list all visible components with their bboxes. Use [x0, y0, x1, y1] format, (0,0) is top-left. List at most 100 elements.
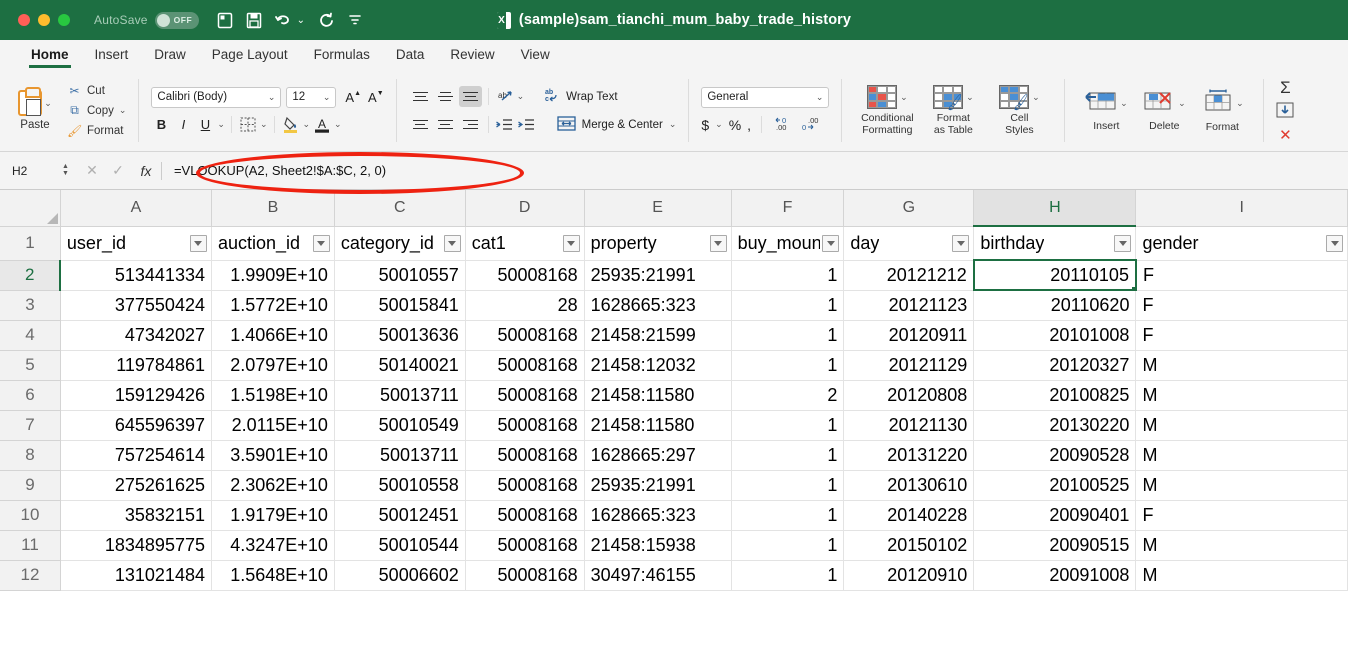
cell-F9[interactable]: 1: [730, 469, 845, 501]
tab-formulas[interactable]: Formulas: [301, 43, 383, 68]
row-header-6[interactable]: 6: [0, 379, 61, 411]
row-header-9[interactable]: 9: [0, 469, 61, 501]
cell-H12[interactable]: 20091008: [973, 559, 1137, 591]
cell-H7[interactable]: 20130220: [973, 409, 1137, 441]
cell-H5[interactable]: 20120327: [973, 349, 1137, 381]
cell-B6[interactable]: 1.5198E+10: [210, 379, 335, 411]
cell-E5[interactable]: 21458:12032: [583, 349, 732, 381]
cell-B4[interactable]: 1.4066E+10: [210, 319, 335, 351]
font-family-chevron-down-icon[interactable]: ⌄: [268, 92, 276, 103]
undo-chevron-down-icon[interactable]: ⌄: [297, 15, 305, 26]
cell-D9[interactable]: 50008168: [464, 469, 585, 501]
italic-button[interactable]: I: [173, 115, 193, 135]
fill-color-button[interactable]: [281, 115, 301, 135]
cell-D11[interactable]: 50008168: [464, 529, 585, 561]
increase-decimal-button[interactable]: .00 0: [800, 115, 822, 135]
undo-icon[interactable]: ⌄: [274, 12, 305, 29]
cell-C5[interactable]: 50140021: [333, 349, 466, 381]
insert-function-icon[interactable]: fx: [131, 163, 161, 179]
cell-A4[interactable]: 47342027: [59, 319, 212, 351]
select-all-corner[interactable]: [0, 190, 61, 227]
cell-F12[interactable]: 1: [730, 559, 845, 591]
tab-view[interactable]: View: [508, 43, 563, 68]
cell-A9[interactable]: 275261625: [59, 469, 212, 501]
row-header-1[interactable]: 1: [0, 225, 61, 261]
cell-I8[interactable]: M: [1135, 439, 1348, 471]
cell-A11[interactable]: 1834895775: [59, 529, 212, 561]
filter-dropdown-icon-c[interactable]: [443, 234, 461, 252]
paste-chevron-down-icon[interactable]: ⌄: [44, 98, 52, 109]
cell-D12[interactable]: 50008168: [464, 559, 585, 591]
cell-H2[interactable]: 20110105: [972, 259, 1137, 291]
name-box-stepper[interactable]: ▲ ▼: [62, 163, 69, 177]
cell-C11[interactable]: 50010544: [333, 529, 466, 561]
tab-home[interactable]: Home: [18, 43, 82, 68]
cell-G4[interactable]: 20120911: [843, 319, 975, 351]
font-color-chevron-down-icon[interactable]: ⌄: [334, 119, 342, 130]
align-right-button[interactable]: [459, 114, 482, 135]
filter-dropdown-icon-f[interactable]: [822, 234, 840, 252]
cell-G9[interactable]: 20130610: [843, 469, 975, 501]
filter-dropdown-icon-d[interactable]: [562, 234, 580, 252]
cell-D2[interactable]: 50008168: [464, 259, 585, 291]
delete-cells-chevron-down-icon[interactable]: ⌄: [1178, 98, 1186, 109]
cell-E7[interactable]: 21458:11580: [583, 409, 732, 441]
decrease-font-size-button[interactable]: A ▼: [368, 90, 384, 105]
underline-chevron-down-icon[interactable]: ⌄: [217, 119, 225, 130]
row-header-5[interactable]: 5: [0, 349, 61, 381]
column-header-a[interactable]: A: [59, 190, 212, 227]
cell-G12[interactable]: 20120910: [843, 559, 975, 591]
filter-dropdown-icon-h[interactable]: [1114, 234, 1132, 252]
column-header-d[interactable]: D: [464, 190, 585, 227]
cell-D5[interactable]: 50008168: [464, 349, 585, 381]
delete-cells-button[interactable]: ⌄ Delete: [1135, 90, 1193, 132]
filter-dropdown-icon-b[interactable]: [312, 234, 330, 252]
tab-draw[interactable]: Draw: [141, 43, 199, 68]
format-cells-button[interactable]: ⌄ Format: [1193, 89, 1251, 133]
fill-color-chevron-down-icon[interactable]: ⌄: [303, 119, 311, 130]
cell-H1[interactable]: birthday: [973, 225, 1137, 261]
align-left-button[interactable]: [409, 114, 432, 135]
cell-G5[interactable]: 20121129: [843, 349, 975, 381]
currency-chevron-down-icon[interactable]: ⌄: [715, 119, 723, 130]
cell-A2[interactable]: 513441334: [59, 259, 212, 291]
cell-B10[interactable]: 1.9179E+10: [210, 499, 335, 531]
insert-cells-button[interactable]: ⌄ Insert: [1077, 90, 1135, 132]
cell-E3[interactable]: 1628665:323: [583, 289, 732, 321]
cut-button[interactable]: ✂ Cut: [67, 82, 126, 99]
cell-B11[interactable]: 4.3247E+10: [210, 529, 335, 561]
cell-A12[interactable]: 131021484: [59, 559, 212, 591]
cell-G7[interactable]: 20121130: [843, 409, 975, 441]
cell-C9[interactable]: 50010558: [333, 469, 466, 501]
increase-font-size-button[interactable]: A ▲: [345, 90, 361, 105]
row-header-8[interactable]: 8: [0, 439, 61, 471]
cell-A3[interactable]: 377550424: [59, 289, 212, 321]
cell-I5[interactable]: M: [1135, 349, 1348, 381]
cell-C8[interactable]: 50013711: [333, 439, 466, 471]
comma-format-button[interactable]: ,: [747, 117, 751, 133]
format-painter-button[interactable]: 🖌 Format: [67, 122, 126, 139]
cell-C1[interactable]: category_id: [333, 225, 466, 261]
orientation-button[interactable]: ab: [495, 87, 515, 107]
cell-I2[interactable]: F: [1135, 259, 1348, 291]
align-top-button[interactable]: [409, 86, 432, 107]
row-header-3[interactable]: 3: [0, 289, 61, 321]
conditional-formatting-chevron-down-icon[interactable]: ⌄: [900, 92, 908, 103]
cell-B12[interactable]: 1.5648E+10: [210, 559, 335, 591]
cell-B7[interactable]: 2.0115E+10: [210, 409, 335, 441]
row-header-2[interactable]: 2: [0, 259, 62, 291]
row-header-11[interactable]: 11: [0, 529, 61, 561]
font-color-button[interactable]: A: [312, 115, 332, 135]
cell-A1[interactable]: user_id: [59, 225, 212, 261]
cell-C3[interactable]: 50015841: [333, 289, 466, 321]
row-header-4[interactable]: 4: [0, 319, 61, 351]
cell-G2[interactable]: 20121212: [843, 259, 975, 291]
cell-H3[interactable]: 20110620: [973, 289, 1137, 321]
column-header-i[interactable]: I: [1135, 190, 1348, 227]
cell-E4[interactable]: 21458:21599: [583, 319, 732, 351]
cell-F1[interactable]: buy_mount: [730, 225, 845, 261]
cell-E6[interactable]: 21458:11580: [583, 379, 732, 411]
row-header-10[interactable]: 10: [0, 499, 61, 531]
cell-I4[interactable]: F: [1135, 319, 1348, 351]
cell-C6[interactable]: 50013711: [333, 379, 466, 411]
